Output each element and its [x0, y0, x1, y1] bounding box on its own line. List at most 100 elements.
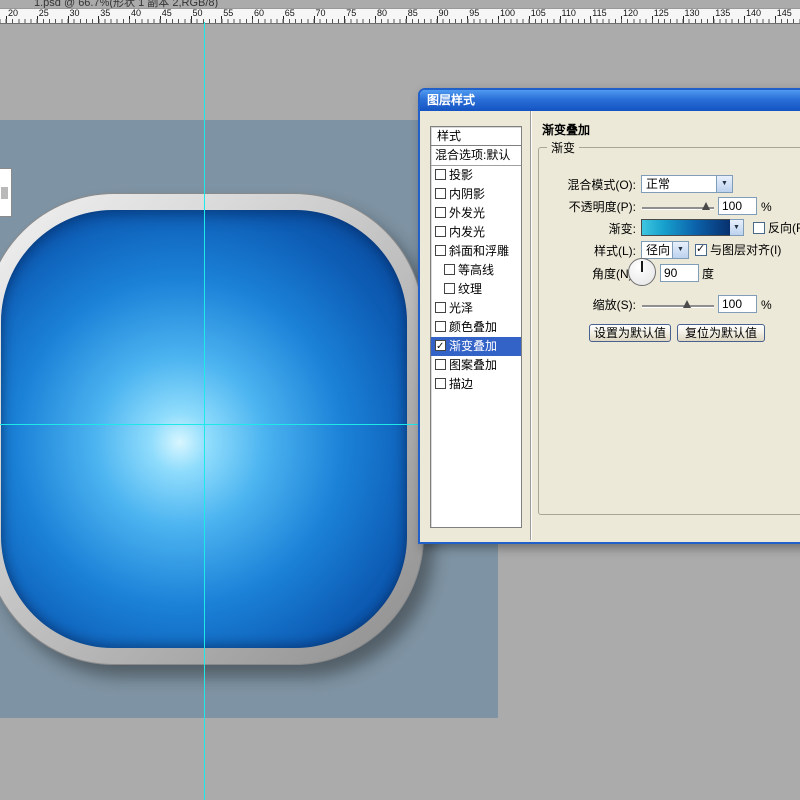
ruler-tick: 140 — [744, 9, 778, 23]
horizontal-ruler[interactable]: 2025303540455055606570758085909510010511… — [0, 8, 800, 24]
gradient-group: 渐变 混合模式(O): 正常 ▼ 不透明度(P): 100 % 渐变: — [538, 139, 800, 515]
layer-style-dialog: 图层样式 样式 混合选项:默认投影内阴影外发光内发光斜面和浮雕等高线纹理光泽颜色… — [418, 88, 800, 544]
gradient-swatch[interactable] — [641, 219, 731, 236]
gradient-label: 渐变: — [539, 222, 636, 236]
style-item[interactable]: 斜面和浮雕 — [431, 242, 521, 261]
style-item[interactable]: 等高线 — [431, 261, 521, 280]
style-item-label: 等高线 — [458, 263, 494, 277]
style-item-label: 内阴影 — [449, 187, 485, 201]
style-item-label: 投影 — [449, 168, 473, 182]
photoshop-workspace: 1.psd @ 66.7%(形状 1 副本 2,RGB/8) 202530354… — [0, 0, 800, 800]
ruler-tick: 115 — [590, 9, 624, 23]
style-label: 样式(L): — [539, 244, 636, 258]
chevron-down-icon[interactable]: ▼ — [672, 242, 688, 258]
angle-input[interactable]: 90 — [660, 264, 699, 282]
unchecked-checkbox[interactable] — [435, 226, 446, 237]
unchecked-checkbox[interactable] — [444, 283, 455, 294]
ruler-tick: 50 — [191, 9, 225, 23]
style-item[interactable]: 外发光 — [431, 204, 521, 223]
angle-dial[interactable] — [628, 258, 656, 286]
unchecked-checkbox[interactable] — [435, 321, 446, 332]
ruler-tick: 20 — [6, 9, 40, 23]
style-item[interactable]: 描边 — [431, 375, 521, 394]
ruler-tick: 45 — [160, 9, 194, 23]
opacity-unit: % — [761, 200, 772, 214]
style-item-label: 内发光 — [449, 225, 485, 239]
style-item[interactable]: 投影 — [431, 166, 521, 185]
style-item[interactable]: 颜色叠加 — [431, 318, 521, 337]
style-select[interactable]: 径向 ▼ — [641, 241, 689, 259]
ruler-tick: 110 — [560, 9, 594, 23]
unchecked-checkbox[interactable] — [435, 378, 446, 389]
blue-button-shape[interactable] — [0, 193, 424, 665]
dialog-body: 样式 混合选项:默认投影内阴影外发光内发光斜面和浮雕等高线纹理光泽颜色叠加渐变叠… — [420, 111, 800, 540]
ruler-tick: 145 — [775, 9, 800, 23]
checked-checkbox[interactable] — [435, 340, 446, 351]
unchecked-checkbox[interactable] — [435, 169, 446, 180]
ruler-tick: 100 — [498, 9, 532, 23]
ruler-tick: 120 — [621, 9, 655, 23]
ruler-tick: 30 — [68, 9, 102, 23]
ruler-tick: 80 — [375, 9, 409, 23]
reverse-label: 反向(R) — [768, 221, 800, 235]
ruler-tick: 60 — [252, 9, 286, 23]
unchecked-checkbox[interactable] — [435, 188, 446, 199]
style-item-label: 外发光 — [449, 206, 485, 220]
opacity-input[interactable]: 100 — [718, 197, 757, 215]
ruler-tick: 75 — [344, 9, 378, 23]
ruler-tick: 55 — [221, 9, 255, 23]
chevron-down-icon[interactable]: ▼ — [716, 176, 732, 192]
style-item[interactable]: 光泽 — [431, 299, 521, 318]
ruler-tick: 95 — [467, 9, 501, 23]
reset-default-button[interactable]: 复位为默认值 — [677, 324, 765, 342]
blend-mode-label: 混合模式(O): — [539, 178, 636, 192]
group-title: 渐变 — [547, 139, 579, 156]
style-item[interactable]: 图案叠加 — [431, 356, 521, 375]
dialog-title: 图层样式 — [427, 93, 475, 107]
style-item[interactable]: 纹理 — [431, 280, 521, 299]
style-item[interactable]: 渐变叠加 — [431, 337, 521, 356]
ruler-tick: 85 — [406, 9, 440, 23]
vertical-guide[interactable] — [204, 22, 205, 800]
scale-slider[interactable] — [642, 300, 714, 311]
align-layer-checkbox[interactable] — [695, 244, 707, 256]
style-item[interactable]: 混合选项:默认 — [431, 146, 521, 166]
scale-label: 缩放(S): — [539, 298, 636, 312]
style-item[interactable]: 内阴影 — [431, 185, 521, 204]
style-item-label: 渐变叠加 — [449, 339, 497, 353]
opacity-slider[interactable] — [642, 202, 714, 213]
slider-groove — [642, 305, 714, 308]
ruler-tick: 40 — [129, 9, 163, 23]
angle-needle — [641, 261, 643, 272]
gradient-overlay-panel: 渐变叠加 渐变 混合模式(O): 正常 ▼ 不透明度(P): 100 % — [532, 111, 800, 540]
style-item-label: 混合选项:默认 — [435, 148, 510, 162]
set-default-button[interactable]: 设置为默认值 — [589, 324, 671, 342]
style-item-label: 图案叠加 — [449, 358, 497, 372]
unchecked-checkbox[interactable] — [444, 264, 455, 275]
opacity-slider-thumb[interactable] — [702, 202, 710, 210]
scale-slider-thumb[interactable] — [683, 300, 691, 308]
scale-unit: % — [761, 298, 772, 312]
ruler-tick: 105 — [529, 9, 563, 23]
gradient-picker-arrow[interactable]: ▼ — [730, 219, 744, 236]
angle-label: 角度(N): — [539, 267, 636, 281]
style-item-label: 描边 — [449, 377, 473, 391]
ruler-tick: 125 — [652, 9, 686, 23]
align-layer-label: 与图层对齐(I) — [710, 243, 781, 257]
ruler-tick: 70 — [314, 9, 348, 23]
unchecked-checkbox[interactable] — [435, 359, 446, 370]
unchecked-checkbox[interactable] — [435, 207, 446, 218]
ruler-tick: 25 — [37, 9, 71, 23]
ruler-tick: 130 — [683, 9, 717, 23]
scale-input[interactable]: 100 — [718, 295, 757, 313]
unchecked-checkbox[interactable] — [435, 302, 446, 313]
dialog-titlebar[interactable]: 图层样式 — [420, 90, 800, 111]
ruler-tick: 90 — [437, 9, 471, 23]
styles-header: 样式 — [431, 127, 521, 146]
unchecked-checkbox[interactable] — [435, 245, 446, 256]
style-item[interactable]: 内发光 — [431, 223, 521, 242]
reverse-checkbox[interactable] — [753, 222, 765, 234]
styles-items: 混合选项:默认投影内阴影外发光内发光斜面和浮雕等高线纹理光泽颜色叠加渐变叠加图案… — [431, 146, 521, 394]
ruler-tick: 35 — [98, 9, 132, 23]
blend-mode-select[interactable]: 正常 ▼ — [641, 175, 733, 193]
